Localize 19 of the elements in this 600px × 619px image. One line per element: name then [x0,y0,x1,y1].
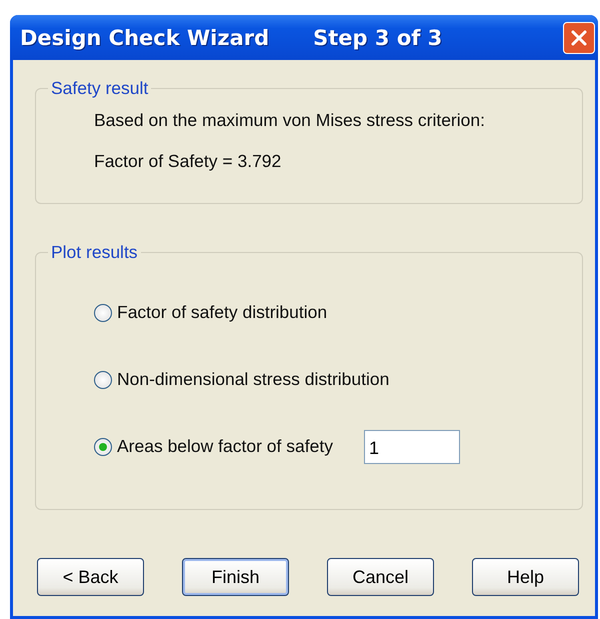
group-legend: Safety result [48,78,152,99]
radio-button[interactable] [94,370,112,388]
dialog-button[interactable]: Finish [182,558,289,596]
result-text: Factor of Safety = 3.792 [94,150,282,173]
dialog-button[interactable]: < Back [37,558,144,596]
radio-label[interactable]: Non-dimensional stress distribution [117,369,390,390]
radio-label[interactable]: Areas below factor of safety [117,436,333,457]
radio-label[interactable]: Factor of safety distribution [117,302,328,323]
dialog-button[interactable]: Help [472,558,579,596]
group-legend: Plot results [48,242,141,263]
radio-button[interactable] [94,304,112,322]
result-text: Based on the maximum von Mises stress criterion: [94,109,486,132]
input-field[interactable]: 1 [364,430,460,464]
step-indicator: Step 3 of 3 [313,26,442,50]
close-icon [570,28,588,46]
window-title: Design Check Wizard [20,26,270,50]
close-button[interactable] [563,22,595,54]
radio-button[interactable] [94,438,112,456]
dialog-button[interactable]: Cancel [327,558,434,596]
